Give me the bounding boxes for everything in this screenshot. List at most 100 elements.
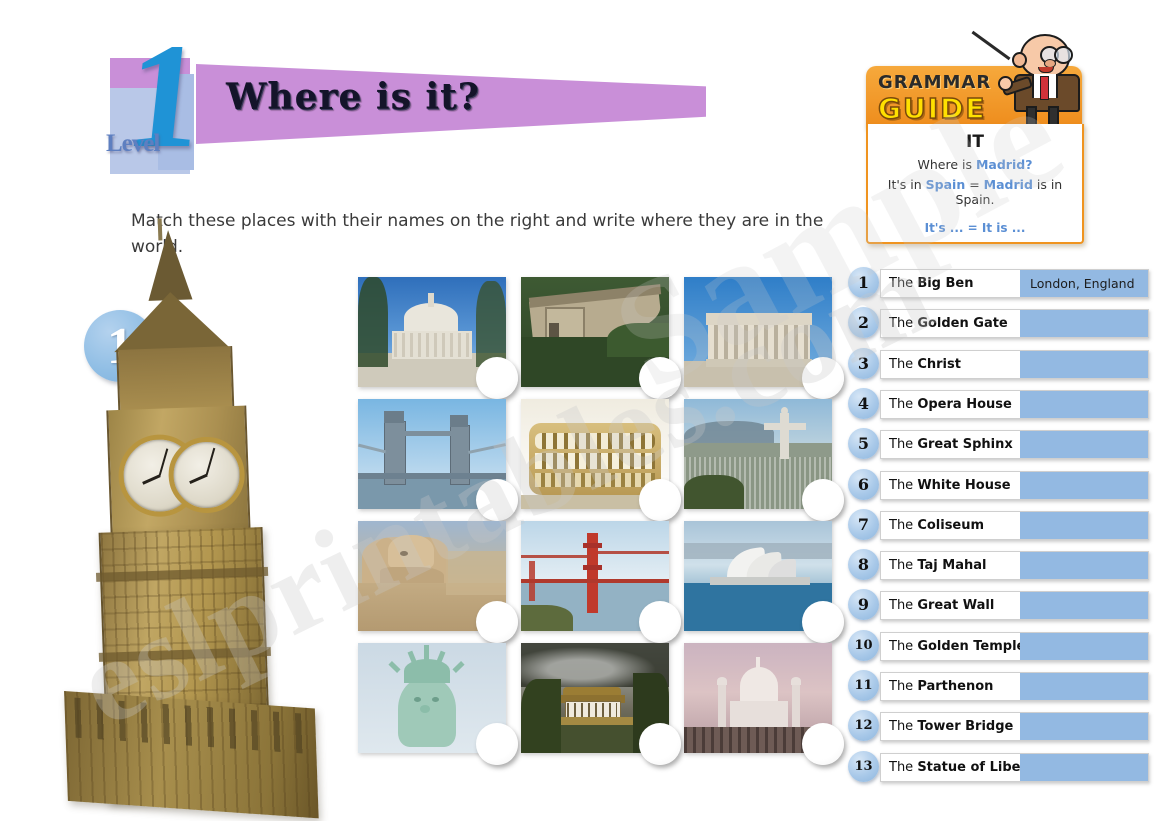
list-item-number-badge: 8: [848, 549, 879, 581]
answer-circle-5[interactable]: [639, 479, 681, 521]
answer-field[interactable]: [1020, 552, 1148, 580]
list-item[interactable]: 11 The Parthenon: [848, 669, 1149, 703]
place-name-label: The Taj Mahal: [881, 558, 986, 573]
place-article: The: [889, 517, 918, 533]
answer-field[interactable]: [1020, 713, 1148, 741]
list-item[interactable]: 10 The Golden Temple: [848, 629, 1149, 663]
list-item[interactable]: 8 The Taj Mahal: [848, 548, 1149, 582]
place-article: The: [889, 558, 918, 574]
photo-parthenon[interactable]: [684, 277, 844, 399]
list-item[interactable]: 4 The Opera House: [848, 387, 1149, 421]
place-name-label: The Tower Bridge: [881, 719, 1013, 734]
answer-circle-2[interactable]: [639, 357, 681, 399]
list-item-bar: The Coliseum: [880, 510, 1149, 540]
photo-coliseum[interactable]: [521, 399, 681, 521]
photo-white-house[interactable]: [358, 277, 518, 399]
list-item-bar: The Great Sphinx: [880, 430, 1149, 460]
place-name-label: The Great Sphinx: [881, 437, 1013, 452]
answer-circle-10[interactable]: [476, 723, 518, 765]
answer-field[interactable]: [1020, 511, 1148, 539]
answer-field[interactable]: [1020, 431, 1148, 459]
place-name: Christ: [917, 356, 961, 372]
photo-tower-bridge[interactable]: [358, 399, 518, 521]
answer-circle-9[interactable]: [802, 601, 844, 643]
list-item[interactable]: 9 The Great Wall: [848, 588, 1149, 622]
place-name-label: The Statue of Liberty: [881, 760, 1042, 775]
list-item-number-badge: 7: [848, 508, 879, 540]
list-item-bar: The Golden Gate: [880, 309, 1149, 339]
list-item-number-badge: 6: [848, 468, 879, 500]
list-item[interactable]: 3 The Christ: [848, 347, 1149, 381]
list-item-number-badge: 3: [848, 347, 879, 379]
photo-statue-of-liberty[interactable]: [358, 643, 518, 765]
place-article: The: [889, 276, 918, 291]
list-item[interactable]: 12 The Tower Bridge: [848, 709, 1149, 743]
answer-circle-1[interactable]: [476, 357, 518, 399]
list-item-bar: The Tower Bridge: [880, 712, 1149, 742]
answer-field[interactable]: London, England: [1020, 270, 1148, 297]
answer-circle-8[interactable]: [639, 601, 681, 643]
answer-circle-6[interactable]: [802, 479, 844, 521]
photo-christ[interactable]: [684, 399, 844, 521]
photo-opera-house[interactable]: [684, 521, 844, 643]
photo-golden-gate[interactable]: [521, 521, 681, 643]
list-item-bar: The Christ: [880, 349, 1149, 379]
answer-circle-3[interactable]: [802, 357, 844, 399]
list-item[interactable]: 7 The Coliseum: [848, 508, 1149, 542]
list-item-number-badge: 1: [848, 267, 879, 298]
answer-field[interactable]: [1020, 390, 1148, 418]
place-name-label: The Coliseum: [881, 518, 984, 533]
grammar-q-blue: Madrid?: [975, 157, 1033, 172]
answer-field[interactable]: [1020, 632, 1148, 660]
answer-value: London, England: [1030, 276, 1135, 291]
answer-circle-4[interactable]: [476, 479, 518, 521]
answer-field[interactable]: [1020, 350, 1148, 378]
list-item-number-badge: 9: [848, 589, 879, 621]
place-article: The: [889, 437, 918, 453]
photo-golden-temple[interactable]: [521, 643, 681, 765]
list-item[interactable]: 2 The Golden Gate: [848, 306, 1149, 340]
answer-field[interactable]: [1020, 471, 1148, 499]
list-item-bar: The Statue of Liberty: [880, 752, 1149, 782]
place-name: Big Ben: [917, 276, 974, 291]
teacher-glasses-right: [1054, 46, 1073, 64]
place-article: The: [889, 477, 918, 493]
page-title: Where is it?: [226, 76, 480, 118]
list-item[interactable]: 6 The White House: [848, 468, 1149, 502]
photo-great-wall[interactable]: [521, 277, 681, 399]
big-ben-clock-section: [106, 405, 251, 537]
place-name: Great Wall: [917, 598, 995, 614]
clock-minute-hand-2: [205, 447, 216, 476]
pointer-stick-icon: [971, 30, 1011, 61]
list-item-bar: The Big Ben London, England: [880, 269, 1149, 298]
answer-circle-12[interactable]: [802, 723, 844, 765]
answer-field[interactable]: [1020, 673, 1148, 700]
grammar-example-answer: It's in Spain = Madrid is in Spain.: [868, 177, 1082, 207]
list-item[interactable]: 1 The Big Ben London, England: [848, 266, 1149, 300]
grammar-guide-body: IT Where is Madrid? It's in Spain = Madr…: [866, 124, 1084, 244]
list-item-number-badge: 10: [848, 629, 879, 661]
place-name: Parthenon: [917, 679, 994, 694]
list-item-bar: The Golden Temple: [880, 631, 1149, 661]
place-article: The: [889, 679, 918, 694]
level-badge: 1 Level: [100, 13, 211, 179]
place-name: Golden Gate: [917, 316, 1008, 332]
answer-field[interactable]: [1020, 592, 1148, 620]
worksheet-page: 1 Level Where is it? Match these places …: [0, 0, 1169, 821]
place-name: Coliseum: [917, 517, 985, 533]
list-item-number-badge: 5: [848, 428, 879, 460]
teacher-ear: [1012, 52, 1027, 68]
grammar-guide: GRAMMAR GUIDE IT Where is Madrid? It's i…: [866, 30, 1084, 244]
place-name-label: The Parthenon: [881, 679, 993, 694]
photo-taj-mahal[interactable]: [684, 643, 844, 765]
clock-hour-hand: [141, 474, 161, 485]
answer-field[interactable]: [1020, 310, 1148, 338]
photo-great-sphinx[interactable]: [358, 521, 518, 643]
answer-circle-7[interactable]: [476, 601, 518, 643]
answer-circle-11[interactable]: [639, 723, 681, 765]
place-name: Tower Bridge: [917, 719, 1014, 735]
list-item[interactable]: 13 The Statue of Liberty: [848, 750, 1149, 784]
big-ben-spire: [146, 229, 193, 301]
answer-field[interactable]: [1020, 753, 1148, 781]
list-item[interactable]: 5 The Great Sphinx: [848, 427, 1149, 461]
